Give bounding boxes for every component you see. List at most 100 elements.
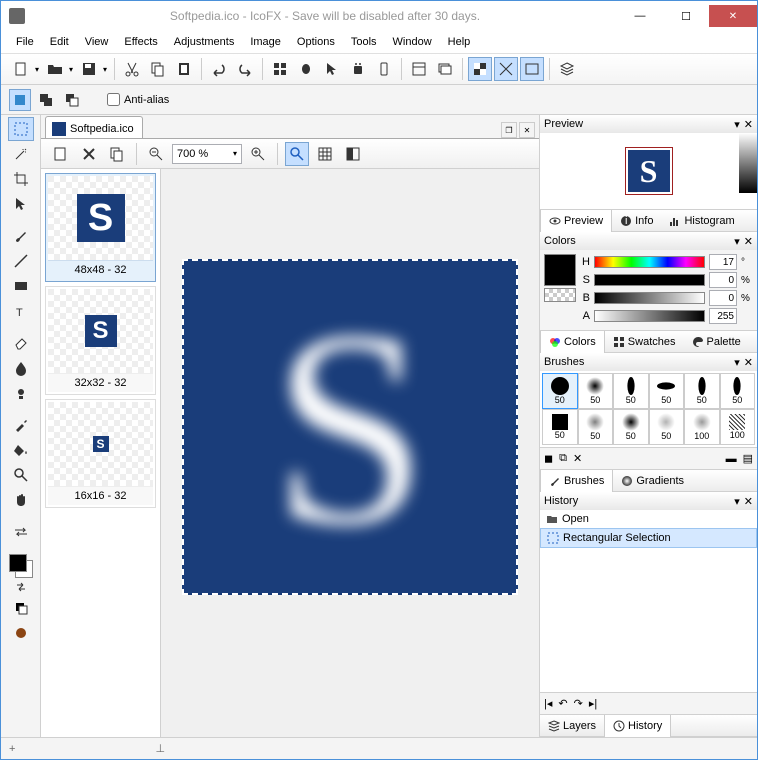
save-brush-icon[interactable]: ▤: [743, 452, 753, 465]
brush-item[interactable]: 50: [578, 373, 614, 409]
brush-item[interactable]: 50: [613, 409, 649, 445]
undo-button[interactable]: [207, 57, 231, 81]
menu-file[interactable]: File: [9, 34, 41, 50]
tab-swatches[interactable]: Swatches: [605, 331, 684, 353]
menu-view[interactable]: View: [78, 34, 116, 50]
hue-slider[interactable]: [594, 256, 705, 268]
panel-menu-icon[interactable]: ▾: [734, 235, 740, 248]
document-tab[interactable]: Softpedia.ico: [45, 116, 143, 138]
close-document-button[interactable]: ✕: [519, 122, 535, 138]
panel-close-icon[interactable]: ✕: [744, 495, 753, 508]
maximize-button[interactable]: [663, 5, 709, 27]
grid-toggle-button[interactable]: [313, 142, 337, 166]
brush-item[interactable]: 50: [649, 373, 685, 409]
menu-adjustments[interactable]: Adjustments: [167, 34, 242, 50]
menu-window[interactable]: Window: [386, 34, 439, 50]
panel-close-icon[interactable]: ✕: [744, 118, 753, 131]
copy-button[interactable]: [146, 57, 170, 81]
cursor-icon[interactable]: [320, 57, 344, 81]
menu-image[interactable]: Image: [243, 34, 288, 50]
eyedropper-tool[interactable]: [8, 413, 34, 437]
cut-button[interactable]: [120, 57, 144, 81]
move-tool[interactable]: [8, 192, 34, 216]
preview-button[interactable]: [520, 57, 544, 81]
brush-item[interactable]: 100: [684, 409, 720, 445]
new-button[interactable]: [9, 57, 41, 81]
delete-brush-icon[interactable]: ✕: [573, 452, 582, 465]
brush-item[interactable]: 50: [720, 373, 756, 409]
brush-item[interactable]: 50: [542, 409, 578, 445]
tab-gradients[interactable]: Gradients: [613, 470, 692, 492]
rectangle-select-tool[interactable]: [8, 117, 34, 141]
brush-item[interactable]: 50: [578, 409, 614, 445]
history-item-selection[interactable]: Rectangular Selection: [540, 528, 757, 548]
panel-close-icon[interactable]: ✕: [744, 356, 753, 369]
wand-tool[interactable]: [8, 142, 34, 166]
new-brush-icon[interactable]: ◼: [544, 452, 553, 465]
mask-toggle-button[interactable]: [341, 142, 365, 166]
alpha-slider[interactable]: [594, 310, 705, 322]
transparency-grid-button[interactable]: [468, 57, 492, 81]
alpha-swatch[interactable]: [544, 288, 576, 302]
history-item-open[interactable]: Open: [540, 510, 757, 528]
new-icon-button[interactable]: [49, 142, 73, 166]
brush-item[interactable]: 50: [684, 373, 720, 409]
tab-history[interactable]: History: [604, 715, 671, 737]
brightness-slider[interactable]: [594, 292, 705, 304]
alpha-value[interactable]: 255: [709, 308, 737, 324]
paste-button[interactable]: [172, 57, 196, 81]
save-button[interactable]: [77, 57, 109, 81]
antialias-checkbox[interactable]: Anti-alias: [107, 93, 169, 106]
brightness-strip[interactable]: [739, 133, 757, 193]
open-button[interactable]: [43, 57, 75, 81]
text-tool[interactable]: T: [8, 299, 34, 323]
tab-layers[interactable]: Layers: [540, 715, 604, 737]
panel-close-icon[interactable]: ✕: [744, 235, 753, 248]
windows-icon[interactable]: [268, 57, 292, 81]
brush-item[interactable]: 100: [720, 409, 756, 445]
history-prev-icon[interactable]: ↶: [558, 697, 567, 710]
apple-icon[interactable]: [294, 57, 318, 81]
eraser-tool[interactable]: [8, 331, 34, 355]
current-color-swatch[interactable]: [544, 254, 576, 286]
brush-tool[interactable]: [8, 224, 34, 248]
fill-tool[interactable]: [8, 438, 34, 462]
batch-button[interactable]: [433, 57, 457, 81]
zoom-in-button[interactable]: [246, 142, 270, 166]
tab-histogram[interactable]: Histogram: [661, 210, 742, 232]
tab-info[interactable]: iInfo: [612, 210, 661, 232]
line-tool[interactable]: [8, 249, 34, 273]
saturation-value[interactable]: 0: [709, 272, 737, 288]
panel-menu-icon[interactable]: ▾: [734, 356, 740, 369]
saturation-slider[interactable]: [594, 274, 705, 286]
icon-size-item-32[interactable]: S 32x32 - 32: [45, 286, 156, 395]
close-button[interactable]: [709, 5, 757, 27]
grid-button[interactable]: [494, 57, 518, 81]
add-selection-button[interactable]: [35, 89, 57, 111]
tab-colors[interactable]: Colors: [540, 331, 605, 353]
menu-edit[interactable]: Edit: [43, 34, 76, 50]
panel-menu-icon[interactable]: ▾: [734, 118, 740, 131]
tab-palette[interactable]: Palette: [684, 331, 749, 353]
menu-options[interactable]: Options: [290, 34, 342, 50]
normal-selection-button[interactable]: [9, 89, 31, 111]
rectangle-tool[interactable]: [8, 274, 34, 298]
below-color-button[interactable]: [8, 621, 34, 645]
menu-tools[interactable]: Tools: [344, 34, 384, 50]
antialias-input[interactable]: [107, 93, 120, 106]
canvas-area[interactable]: S: [161, 169, 539, 737]
tab-brushes[interactable]: Brushes: [540, 470, 613, 492]
menu-effects[interactable]: Effects: [117, 34, 164, 50]
mobile-icon[interactable]: [372, 57, 396, 81]
brush-item[interactable]: 50: [542, 373, 578, 409]
restore-document-button[interactable]: ❐: [501, 122, 517, 138]
menu-help[interactable]: Help: [441, 34, 478, 50]
subtract-selection-button[interactable]: [61, 89, 83, 111]
tab-preview[interactable]: Preview: [540, 210, 612, 232]
brush-item[interactable]: 50: [613, 373, 649, 409]
color-swatch[interactable]: [9, 554, 33, 578]
history-last-icon[interactable]: ▸|: [589, 697, 597, 710]
zoom-fit-button[interactable]: [285, 142, 309, 166]
swap-tool[interactable]: [8, 520, 34, 544]
zoom-tool[interactable]: [8, 463, 34, 487]
